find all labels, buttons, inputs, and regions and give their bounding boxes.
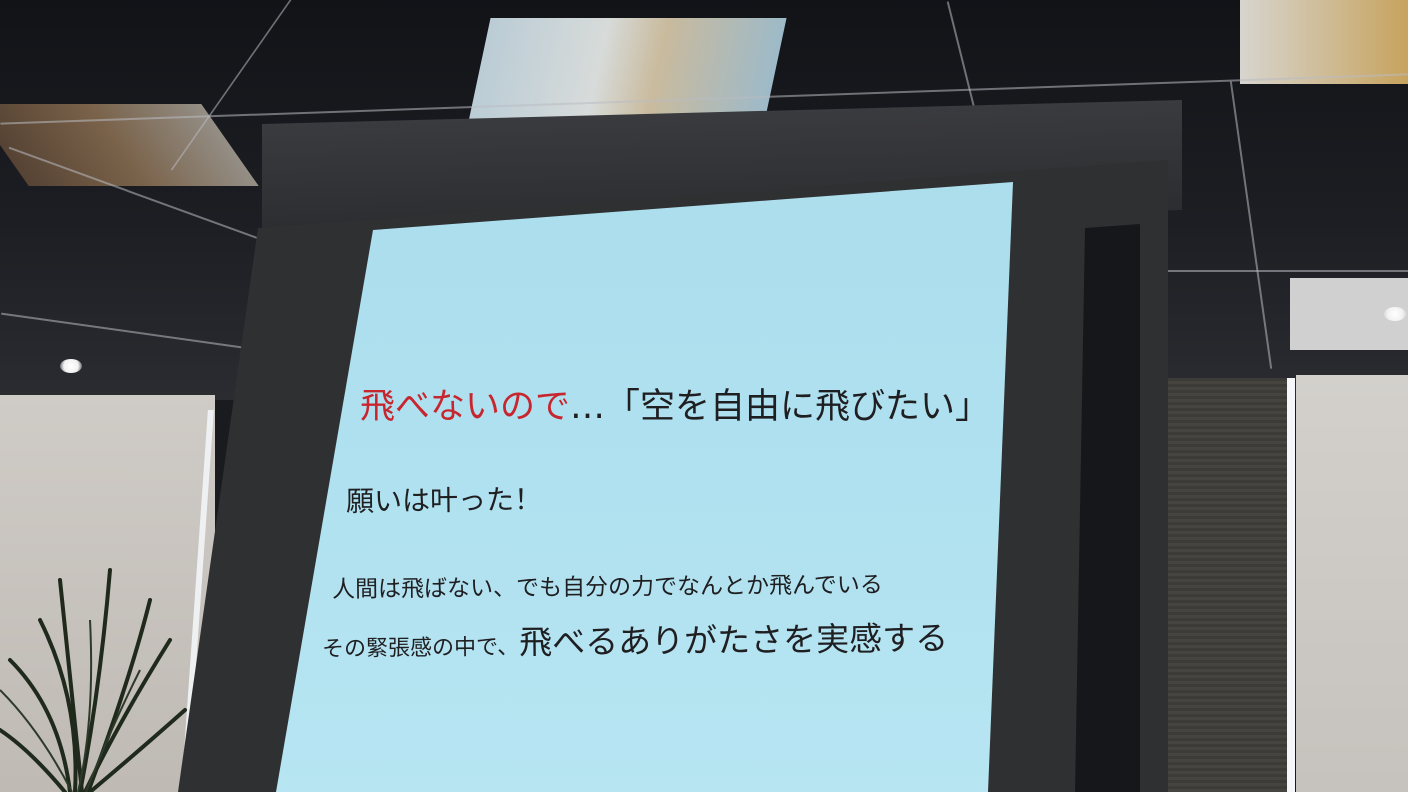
ceiling-light-icon (1384, 307, 1406, 321)
wall-right (1296, 375, 1408, 792)
window-edge (1287, 378, 1295, 792)
ceiling-panel-right (1240, 0, 1408, 84)
slide-headline: 飛べないので…「空を自由に飛びたい」 (360, 378, 990, 429)
slide-body-line-2: その緊張感の中で、飛べるありがたさを実感する (322, 611, 949, 666)
headline-red-text: 飛べないので (360, 387, 571, 427)
ceiling-grid-line (1160, 270, 1408, 272)
line2-small-text: その緊張感の中で、 (321, 634, 520, 662)
headline-ellipsis: … (570, 387, 606, 427)
headline-quote: 「空を自由に飛びたい」 (605, 387, 991, 427)
plant-icon (0, 568, 187, 792)
slide-body-line-1: 人間は飛ばない、でも自分の力でなんとか飛んでいる (331, 572, 883, 603)
ceiling-light-icon (60, 359, 82, 373)
window-blind (1165, 378, 1290, 792)
slide-wish-fulfilled: 願いは叶った！ (345, 482, 543, 518)
line2-large-text: 飛べるありがたさを実感する (518, 618, 949, 662)
